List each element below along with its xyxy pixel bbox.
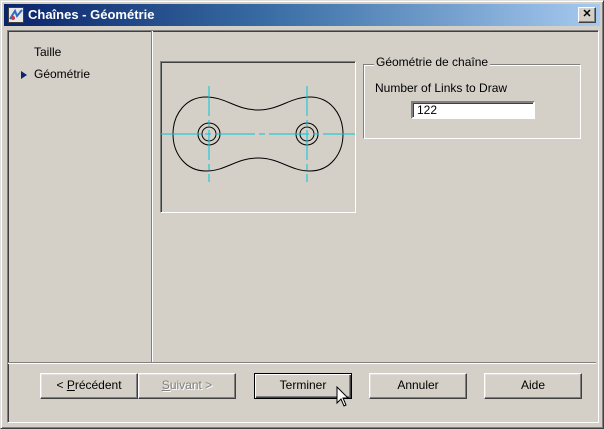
links-to-draw-label: Number of Links to Draw (375, 81, 508, 95)
title-bar[interactable]: Chaînes - Géométrie ✕ (4, 4, 600, 26)
window-title: Chaînes - Géométrie (28, 7, 155, 22)
group-legend: Géométrie de chaîne (374, 55, 491, 69)
links-to-draw-input[interactable] (411, 101, 535, 119)
app-icon (8, 7, 24, 23)
next-button[interactable]: Suivant > (138, 373, 236, 399)
cancel-button[interactable]: Annuler (369, 373, 467, 399)
triangle-right-icon (21, 71, 27, 79)
back-button[interactable]: < Précédent (40, 373, 138, 399)
nav-item-taille[interactable]: Taille (34, 45, 61, 59)
dialog-window: Chaînes - Géométrie ✕ Taille Géométrie G… (0, 0, 604, 429)
horizontal-divider (8, 362, 596, 364)
chain-preview (160, 61, 356, 213)
dialog-body: Taille Géométrie Géométrie de chaîne Num… (7, 30, 599, 423)
back-prefix: < (56, 378, 67, 392)
close-icon[interactable]: ✕ (578, 7, 596, 23)
back-label: récédent (74, 378, 122, 392)
help-button[interactable]: Aide (484, 373, 582, 399)
nav-item-geometrie[interactable]: Géométrie (34, 67, 90, 81)
chain-link-drawing (161, 86, 355, 182)
next-label: uivant > (169, 378, 213, 392)
next-mnemonic: S (161, 378, 170, 392)
vertical-divider (151, 31, 153, 362)
mouse-pointer-icon (336, 386, 350, 407)
back-mnemonic: P (66, 378, 75, 392)
